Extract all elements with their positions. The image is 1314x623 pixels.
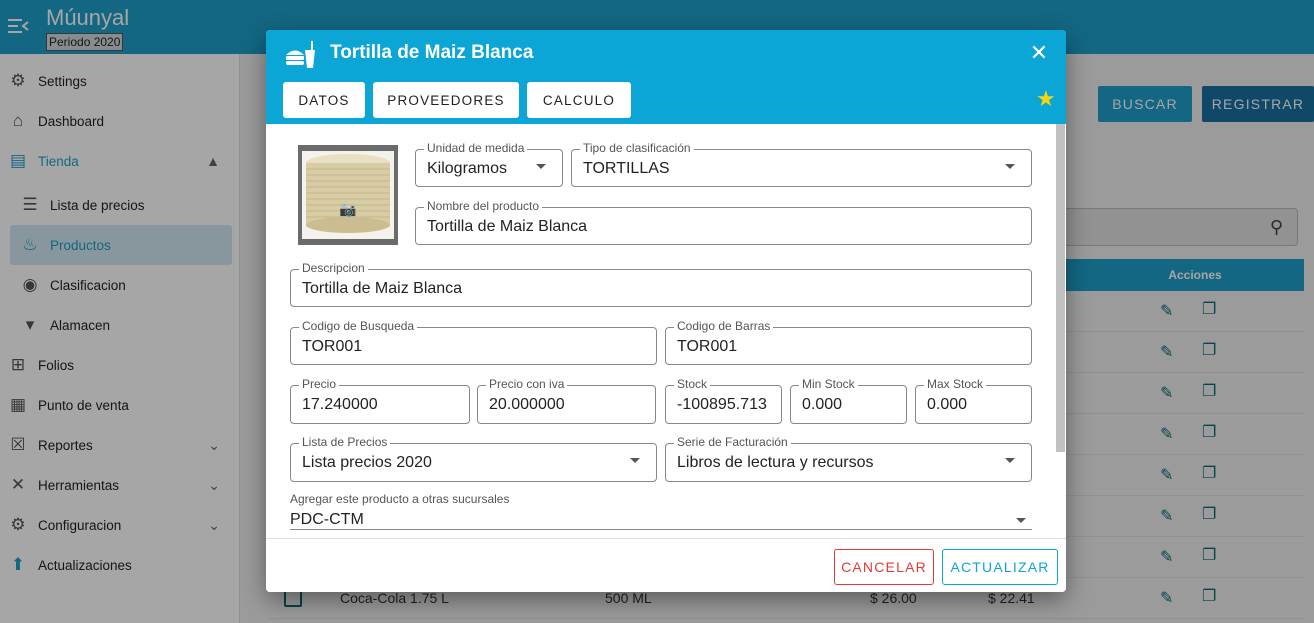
field-value: 17.240000 bbox=[302, 396, 378, 413]
field-label: Serie de Facturación bbox=[674, 435, 791, 449]
dropdown-arrow-icon bbox=[630, 458, 640, 463]
sucursales-select[interactable]: Agregar este producto a otras sucursales… bbox=[290, 490, 1032, 530]
product-photo[interactable]: 📷 bbox=[298, 145, 398, 245]
close-icon[interactable]: ✕ bbox=[1028, 42, 1050, 64]
field-label: Stock bbox=[674, 377, 711, 391]
tipo-clasificacion-select[interactable]: Tipo de clasificación TORTILLAS bbox=[571, 141, 1032, 187]
stock-field[interactable]: Stock -100895.713 bbox=[665, 377, 782, 424]
field-value: TOR001 bbox=[677, 338, 738, 355]
field-value: TOR001 bbox=[302, 338, 363, 355]
field-value: Kilogramos bbox=[427, 160, 508, 177]
tab-datos[interactable]: DATOS bbox=[283, 82, 365, 118]
field-value: -100895.713 bbox=[677, 396, 767, 413]
tab-proveedores[interactable]: PROVEEDORES bbox=[373, 82, 519, 118]
codigo-barras-field[interactable]: Codigo de Barras TOR001 bbox=[665, 319, 1032, 365]
field-value: Libros de lectura y recursos bbox=[677, 454, 874, 471]
field-label: Lista de Precios bbox=[299, 435, 391, 449]
field-value: 20.000000 bbox=[489, 396, 565, 413]
field-label: Precio bbox=[299, 377, 340, 391]
field-value: Lista precios 2020 bbox=[302, 454, 432, 471]
max-stock-field[interactable]: Max Stock 0.000 bbox=[915, 377, 1032, 424]
field-label: Min Stock bbox=[799, 377, 858, 391]
field-label: Tipo de clasificación bbox=[580, 141, 694, 155]
unidad-medida-select[interactable]: Unidad de medida Kilogramos bbox=[415, 141, 563, 187]
camera-icon[interactable]: 📷 bbox=[338, 201, 358, 219]
tab-calculo[interactable]: CALCULO bbox=[527, 82, 631, 118]
cancel-button[interactable]: CANCELAR bbox=[834, 549, 934, 585]
field-value: 0.000 bbox=[927, 396, 968, 413]
field-value: PDC-CTM bbox=[290, 511, 364, 528]
dialog-footer: CANCELAR ACTUALIZAR bbox=[266, 538, 1066, 592]
field-value: Tortilla de Maiz Blanca bbox=[427, 218, 588, 235]
precio-iva-field[interactable]: Precio con iva 20.000000 bbox=[477, 377, 656, 424]
serie-facturacion-select[interactable]: Serie de Facturación Libros de lectura y… bbox=[665, 435, 1032, 482]
field-label: Codigo de Busqueda bbox=[299, 319, 418, 333]
precio-field[interactable]: Precio 17.240000 bbox=[290, 377, 470, 424]
update-button[interactable]: ACTUALIZAR bbox=[942, 549, 1058, 585]
field-label: Codigo de Barras bbox=[674, 319, 774, 333]
lista-precios-select[interactable]: Lista de Precios Lista precios 2020 bbox=[290, 435, 657, 482]
min-stock-field[interactable]: Min Stock 0.000 bbox=[790, 377, 907, 424]
nombre-producto-field[interactable]: Nombre del producto Tortilla de Maiz Bla… bbox=[415, 199, 1032, 245]
field-label: Precio con iva bbox=[486, 377, 568, 391]
field-value: 0.000 bbox=[802, 396, 843, 413]
field-value: TORTILLAS bbox=[583, 160, 670, 177]
dialog-scrollbar[interactable] bbox=[1056, 124, 1065, 452]
star-icon[interactable]: ★ bbox=[1036, 88, 1058, 110]
field-label: Descripcion bbox=[299, 261, 368, 275]
codigo-busqueda-field[interactable]: Codigo de Busqueda TOR001 bbox=[290, 319, 657, 365]
tortilla-image bbox=[302, 151, 394, 239]
field-label: Max Stock bbox=[924, 377, 987, 391]
field-value: Tortilla de Maiz Blanca bbox=[302, 280, 463, 297]
dialog-title: Tortilla de Maiz Blanca bbox=[330, 42, 534, 63]
app-root: Múunyal Periodo 2020 ⚙ Settings ⌂ Dashbo… bbox=[0, 0, 1314, 623]
dropdown-arrow-icon bbox=[1005, 164, 1015, 169]
dialog-header: Tortilla de Maiz Blanca ✕ DATOS PROVEEDO… bbox=[266, 30, 1066, 124]
field-label: Agregar este producto a otras sucursales bbox=[290, 492, 510, 506]
dropdown-arrow-icon bbox=[1005, 458, 1015, 463]
dropdown-arrow-icon bbox=[1016, 518, 1026, 523]
food-drink-icon bbox=[286, 41, 315, 68]
field-label: Nombre del producto bbox=[424, 199, 543, 213]
field-label: Unidad de medida bbox=[424, 141, 528, 155]
dropdown-arrow-icon bbox=[536, 164, 546, 169]
descripcion-field[interactable]: Descripcion Tortilla de Maiz Blanca bbox=[290, 261, 1032, 307]
